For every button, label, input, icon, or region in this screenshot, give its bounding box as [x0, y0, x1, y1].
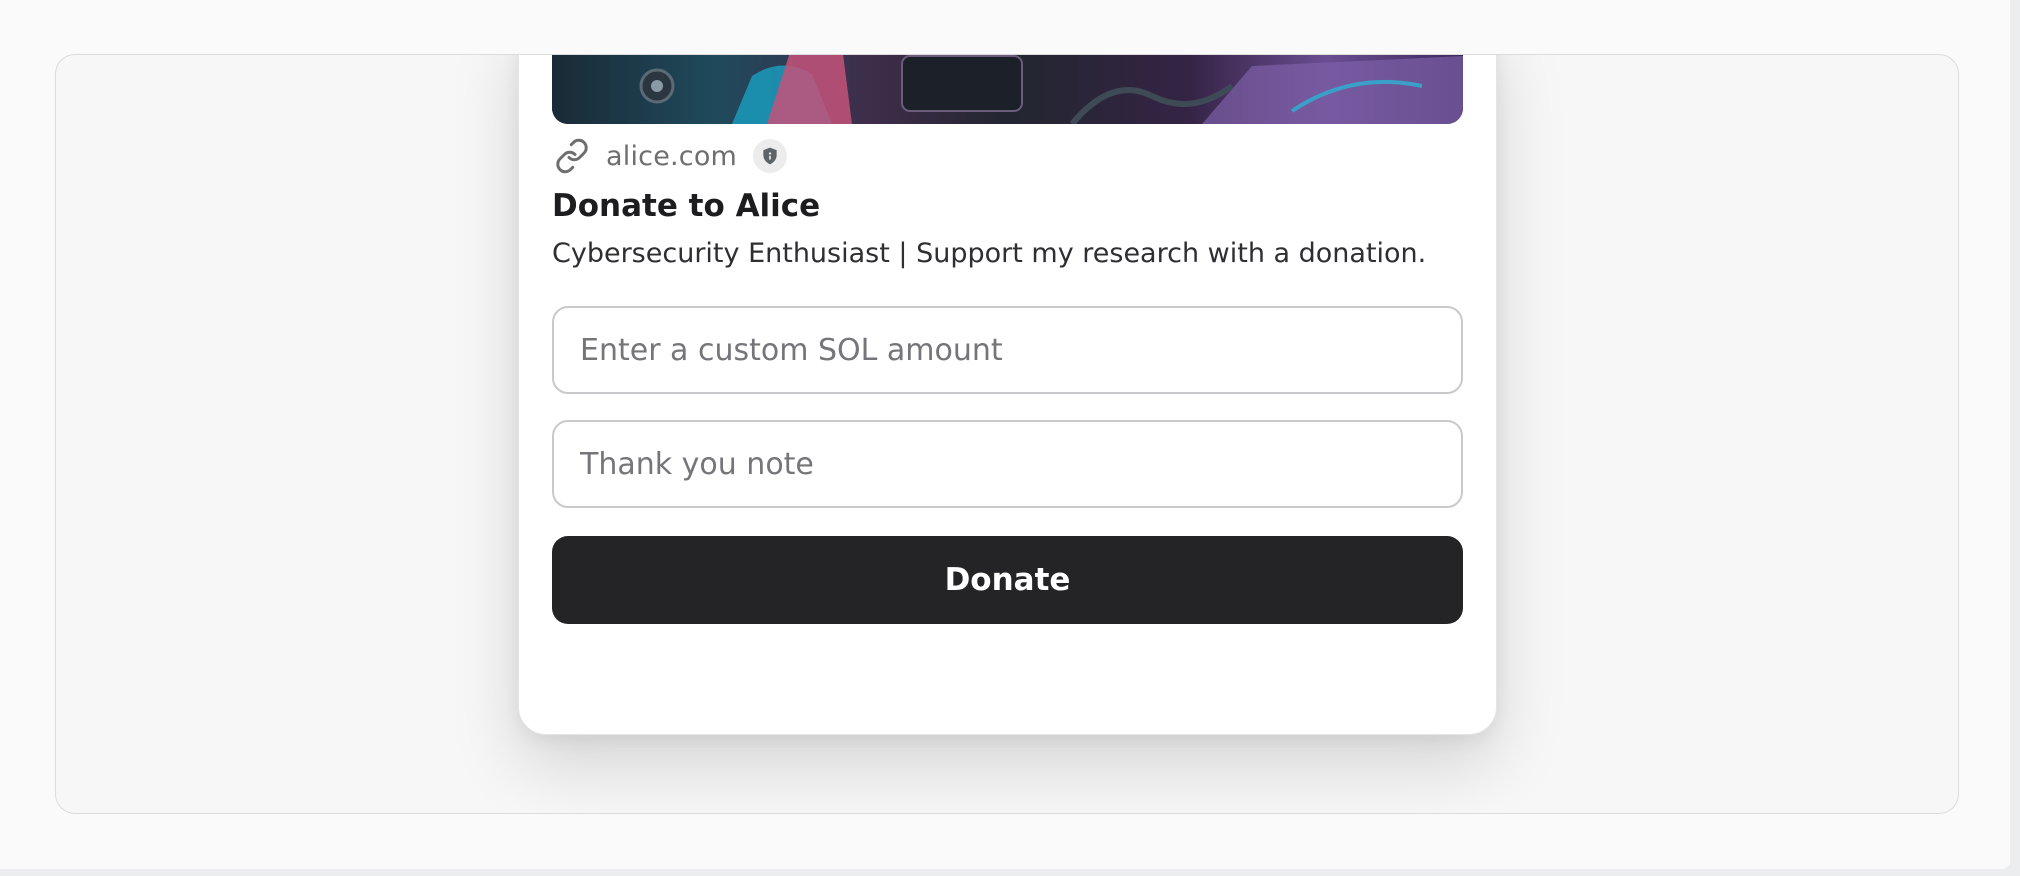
banner-image	[552, 55, 1463, 124]
amount-input[interactable]	[552, 306, 1463, 394]
card-description: Cybersecurity Enthusiast | Support my re…	[552, 238, 1427, 269]
donate-button[interactable]: Donate	[552, 536, 1463, 624]
card-title: Donate to Alice	[552, 188, 821, 224]
note-input[interactable]	[552, 420, 1463, 508]
link-icon	[552, 136, 592, 176]
preview-panel: alice.com Donate to Alice Cybersecurity …	[55, 54, 1959, 814]
domain-row: alice.com	[552, 136, 788, 176]
page-background: alice.com Donate to Alice Cybersecurity …	[0, 0, 2010, 869]
banner-artwork	[552, 55, 1463, 124]
shield-icon	[753, 139, 788, 173]
domain-link[interactable]: alice.com	[606, 141, 737, 172]
donation-card: alice.com Donate to Alice Cybersecurity …	[518, 55, 1497, 735]
